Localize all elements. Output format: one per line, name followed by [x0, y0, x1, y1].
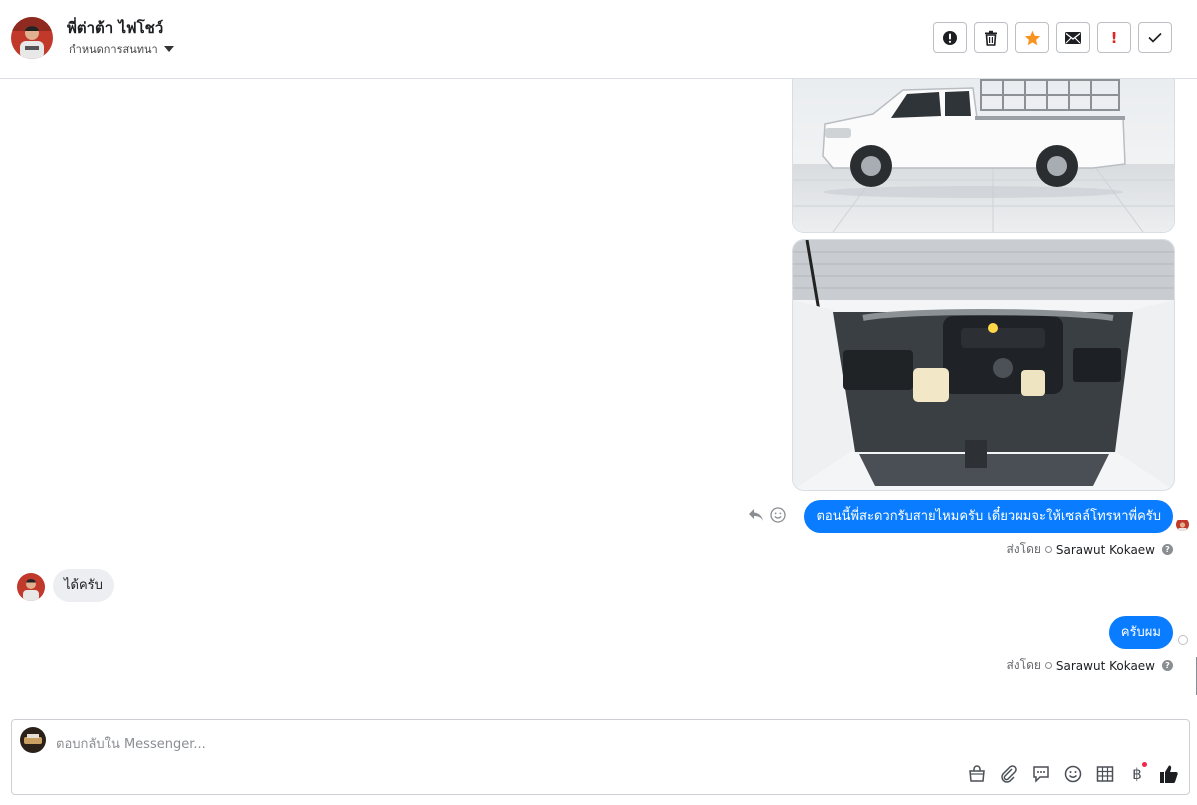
emoji-icon[interactable]	[1063, 764, 1083, 784]
sent-by-info: ส่งโดย Sarawut Kokaew ?	[1006, 656, 1173, 675]
message-actions	[748, 507, 786, 523]
mark-done-button[interactable]	[1138, 22, 1172, 53]
help-icon[interactable]: ?	[1162, 544, 1173, 555]
saved-reply-icon[interactable]	[1031, 764, 1051, 784]
caret-down-icon	[163, 46, 174, 52]
assign-conversation-dropdown[interactable]: กำหนดการสนทนา	[69, 40, 174, 58]
white-pickup-truck-photo[interactable]	[792, 79, 1175, 233]
baht-icon[interactable]: ฿	[1127, 762, 1147, 784]
help-icon[interactable]: ?	[1162, 660, 1173, 671]
seen-avatar	[1176, 518, 1189, 531]
mark-unread-button[interactable]	[1056, 22, 1090, 53]
check-icon	[1148, 32, 1162, 43]
conversation-header: พี่ต่าต้า ไฟโชว์ กำหนดการสนทนา !	[0, 0, 1197, 79]
page-avatar	[20, 727, 46, 753]
assign-conversation-label: กำหนดการสนทนา	[69, 43, 158, 56]
delivered-icon	[1044, 546, 1052, 553]
contact-avatar[interactable]	[11, 17, 53, 59]
table-icon[interactable]	[1095, 764, 1115, 784]
message-thread[interactable]: ตอนนี้พี่สะดวกรับสายไหมครับ เดี๋ยวผมจะให…	[0, 79, 1197, 711]
reply-composer: ฿	[11, 719, 1190, 795]
delivered-icon	[1044, 662, 1052, 669]
conversation-toolbar: !	[933, 22, 1172, 53]
sent-by-info: ส่งโดย Sarawut Kokaew ?	[1006, 540, 1173, 559]
star-icon	[1024, 30, 1040, 45]
paperclip-icon[interactable]	[999, 764, 1019, 784]
reply-input[interactable]	[54, 730, 758, 758]
alert-circle-icon	[943, 30, 957, 45]
exclamation-icon: !	[1110, 28, 1118, 47]
notification-dot	[1142, 762, 1147, 767]
incoming-message[interactable]: ได้ครับ	[53, 569, 114, 602]
trash-icon	[985, 30, 997, 46]
sent-by-label: ส่งโดย	[1006, 542, 1041, 556]
thumbs-up-icon[interactable]	[1159, 764, 1179, 784]
outgoing-message[interactable]: ตอนนี้พี่สะดวกรับสายไหมครับ เดี๋ยวผมจะให…	[804, 500, 1173, 533]
contact-name[interactable]: พี่ต่าต้า ไฟโชว์	[67, 16, 163, 40]
outgoing-message[interactable]: ครับผม	[1108, 616, 1173, 649]
follow-up-button[interactable]: !	[1097, 22, 1131, 53]
delete-button[interactable]	[974, 22, 1008, 53]
reply-icon[interactable]	[748, 508, 764, 522]
star-button[interactable]	[1015, 22, 1049, 53]
spam-button[interactable]	[933, 22, 967, 53]
contact-avatar-small[interactable]	[17, 573, 45, 601]
store-icon[interactable]	[967, 764, 987, 784]
baht-symbol: ฿	[1132, 765, 1142, 783]
sent-status-icon	[1178, 635, 1188, 645]
sender-name[interactable]: Sarawut Kokaew	[1056, 543, 1155, 557]
envelope-icon	[1065, 31, 1081, 44]
composer-toolbar: ฿	[967, 762, 1179, 784]
sent-by-label: ส่งโดย	[1006, 658, 1041, 672]
emoji-react-icon[interactable]	[770, 507, 786, 523]
engine-bay-photo[interactable]	[792, 239, 1175, 491]
sender-name[interactable]: Sarawut Kokaew	[1056, 659, 1155, 673]
